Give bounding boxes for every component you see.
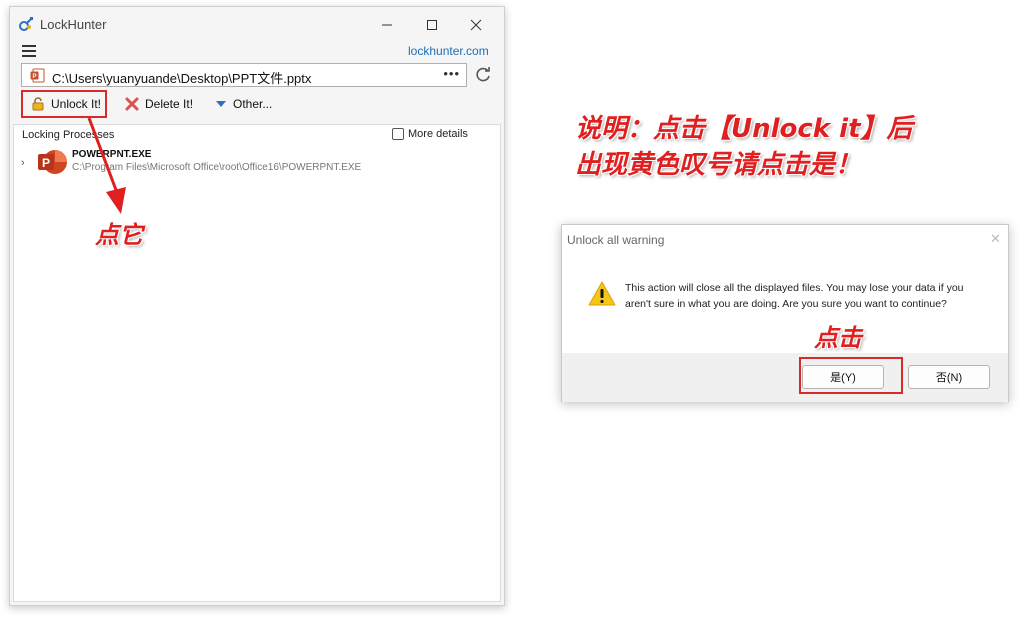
file-path-text: C:\Users\yuanyuande\Desktop\PPT文件.pptx	[52, 71, 312, 86]
minimize-button[interactable]	[365, 11, 409, 39]
yes-button[interactable]: 是(Y)	[802, 365, 884, 389]
browse-button[interactable]: •••	[443, 66, 460, 81]
hamburger-menu-icon[interactable]	[22, 45, 36, 57]
dialog-button-bar: 是(Y) 否(N)	[562, 353, 1008, 402]
process-path: C:\Program Files\Microsoft Office\root\O…	[72, 162, 362, 173]
file-path-field[interactable]: P C:\Users\yuanyuande\Desktop\PPT文件.pptx…	[21, 63, 467, 87]
dialog-message: This action will close all the displayed…	[625, 282, 964, 310]
process-name[interactable]: POWERPNT.EXE	[72, 149, 151, 160]
powerpoint-file-icon: P	[30, 68, 45, 83]
unlock-it-button[interactable]: Unlock It!	[21, 90, 107, 118]
lockhunter-app-icon	[19, 17, 33, 31]
lockhunter-website-link[interactable]: lockhunter.com	[408, 44, 489, 58]
svg-text:P: P	[42, 156, 50, 170]
warning-icon	[588, 281, 616, 306]
close-icon	[470, 19, 482, 31]
maximize-icon	[427, 20, 437, 30]
other-label: Other...	[233, 97, 273, 111]
no-button[interactable]: 否(N)	[908, 365, 990, 389]
padlock-open-icon	[32, 97, 44, 111]
locking-processes-header: Locking Processes	[22, 129, 115, 141]
close-button[interactable]	[454, 11, 498, 39]
annotation-click: 点击	[814, 324, 862, 352]
maximize-button[interactable]	[410, 11, 454, 39]
dialog-close-icon[interactable]: ✕	[990, 231, 1001, 247]
lockhunter-window: LockHunter lockhunter.com P C:\Users\yua…	[9, 6, 505, 606]
annotation-description-line1: 说明：点击【Unlock it】后	[575, 114, 913, 144]
delete-it-button[interactable]: Delete It!	[121, 90, 193, 118]
annotation-description-line2: 出现黄色叹号请点击是！	[575, 150, 862, 180]
delete-it-label: Delete It!	[145, 97, 194, 111]
powerpoint-app-icon: P	[38, 150, 67, 174]
checkbox-box[interactable]	[392, 128, 404, 140]
svg-text:P: P	[32, 74, 36, 80]
window-title: LockHunter	[40, 17, 107, 32]
expand-chevron-icon[interactable]: ›	[21, 157, 25, 169]
annotation-click-it: 点它	[95, 221, 143, 249]
dialog-title: Unlock all warning	[567, 233, 665, 247]
locking-processes-panel: Locking Processes More details › P POWER…	[13, 124, 501, 602]
unlock-it-label: Unlock It!	[51, 97, 102, 111]
red-x-icon	[125, 97, 139, 111]
other-menu-button[interactable]: Other...	[215, 90, 272, 118]
triangle-down-icon	[216, 101, 226, 107]
minimize-icon	[382, 24, 392, 26]
title-bar: LockHunter	[10, 7, 504, 41]
refresh-icon[interactable]	[473, 65, 493, 85]
unlock-warning-dialog: Unlock all warning ✕ This action will cl…	[561, 224, 1009, 402]
more-details-label: More details	[408, 128, 468, 140]
more-details-checkbox[interactable]: More details	[392, 128, 468, 140]
